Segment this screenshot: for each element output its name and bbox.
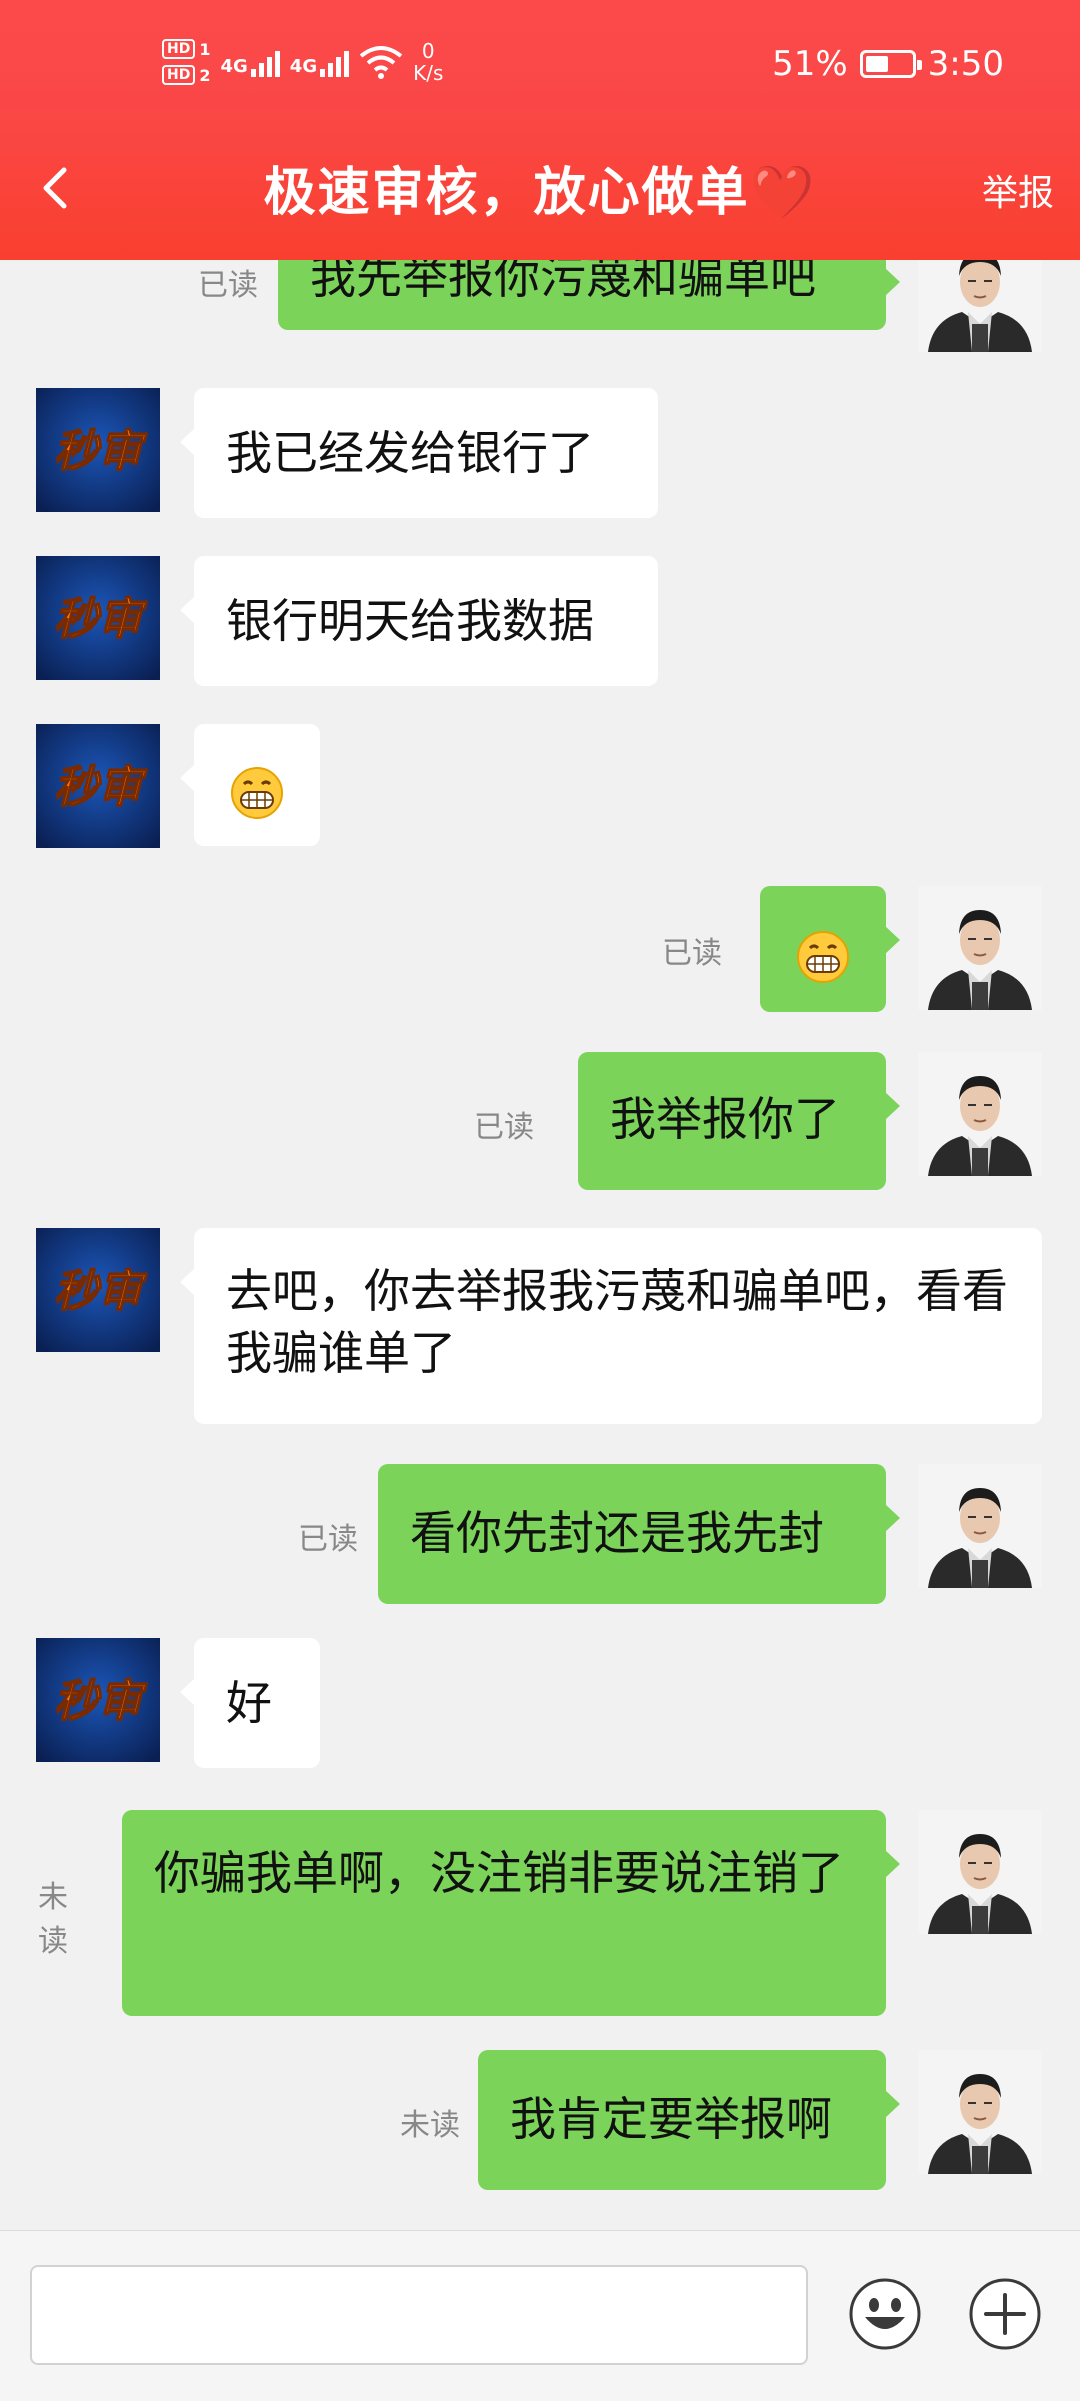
message-row: 秒审 我已经发给银行了 <box>0 388 1080 528</box>
signal-bars-icon <box>320 47 350 77</box>
read-status: 未读 <box>38 1880 68 1959</box>
read-status: 已读 <box>662 936 722 971</box>
speed-unit: K/s <box>413 61 444 85</box>
read-status: 已读 <box>198 268 258 303</box>
wifi-icon <box>359 46 403 79</box>
battery-icon <box>859 50 922 78</box>
chat-area[interactable]: 已读 我先举报你污蔑和骗单吧 秒审 我已经发给银行了 秒审 银行明天给我数据 秒… <box>0 260 1080 2230</box>
received-bubble[interactable]: 好 <box>180 1638 320 1768</box>
sent-bubble[interactable]: 我肯定要举报啊 <box>478 2050 900 2190</box>
hd2-badge: HD <box>162 65 196 85</box>
input-bar <box>0 2230 1080 2401</box>
contact-avatar[interactable]: 秒审 <box>36 1638 160 1762</box>
read-status: 已读 <box>474 1110 534 1145</box>
status-bar-left: HD 1 HD 2 4G 4G 0 K/s <box>162 30 443 94</box>
signal-2: 4G <box>289 47 350 77</box>
svg-text:秒审: 秒审 <box>54 762 148 813</box>
report-button[interactable]: 举报 <box>982 164 1054 216</box>
title-bar: 极速审核，放心做单❤️ 举报 <box>0 110 1080 260</box>
message-row: 秒审 好 <box>0 1638 1080 1768</box>
svg-text:秒审: 秒审 <box>54 1676 148 1727</box>
grin-emoji-icon <box>231 766 283 819</box>
net1-label: 4G <box>220 56 248 77</box>
speed-value: 0 <box>421 39 435 63</box>
svg-text:秒审: 秒审 <box>54 1266 148 1317</box>
self-avatar[interactable] <box>918 260 1042 352</box>
message-row: 秒审 银行明天给我数据 <box>0 556 1080 696</box>
sent-bubble[interactable]: 你骗我单啊，没注销非要说注销了 <box>122 1810 900 2016</box>
hd1-badge: HD <box>162 39 196 59</box>
received-bubble[interactable]: 去吧，你去举报我污蔑和骗单吧，看看我骗谁单了 <box>180 1228 1042 1424</box>
smiley-icon[interactable] <box>848 2277 922 2351</box>
message-row: 已读 我举报你了 <box>0 1052 1080 1192</box>
svg-text:秒审: 秒审 <box>54 594 148 645</box>
contact-avatar[interactable]: 秒审 <box>36 1228 160 1352</box>
signal-1: 4G <box>220 47 280 77</box>
message-row: 未读 你骗我单啊，没注销非要说注销了 <box>0 1810 1080 2020</box>
signal-bars-icon <box>250 47 280 77</box>
status-bar-right: 51% 3:50 <box>772 44 1004 84</box>
contact-avatar[interactable]: 秒审 <box>36 556 160 680</box>
received-bubble[interactable]: 银行明天给我数据 <box>180 556 658 686</box>
read-status: 未读 <box>400 2108 460 2143</box>
message-row: 已读 <box>0 886 1080 1016</box>
plus-icon[interactable] <box>968 2277 1042 2351</box>
sent-emoji-bubble[interactable] <box>760 886 900 1012</box>
message-row: 秒审 <box>0 724 1080 854</box>
status-bar: HD 1 HD 2 4G 4G 0 K/s 51% 3:50 <box>0 0 1080 110</box>
hd1-number: 1 <box>199 39 211 59</box>
hd-indicators: HD 1 HD 2 <box>162 39 210 85</box>
received-emoji-bubble[interactable] <box>180 724 320 846</box>
grin-emoji-icon <box>797 930 849 983</box>
self-avatar[interactable] <box>918 1810 1042 1934</box>
sent-bubble[interactable]: 看你先封还是我先封 <box>378 1464 900 1604</box>
battery-percent: 51% <box>772 44 848 84</box>
hd2-number: 2 <box>199 65 211 85</box>
message-row: 秒审 去吧，你去举报我污蔑和骗单吧，看看我骗谁单了 <box>0 1228 1080 1428</box>
svg-text:秒审: 秒审 <box>54 426 148 477</box>
message-input[interactable] <box>30 2265 808 2365</box>
network-speed: 0 K/s <box>413 40 443 84</box>
message-row: 已读 看你先封还是我先封 <box>0 1464 1080 1604</box>
received-bubble[interactable]: 我已经发给银行了 <box>180 388 658 518</box>
sent-bubble[interactable]: 我举报你了 <box>578 1052 900 1190</box>
message-row: 未读 我肯定要举报啊 <box>0 2050 1080 2190</box>
sent-bubble[interactable]: 我先举报你污蔑和骗单吧 <box>278 260 900 330</box>
net2-label: 4G <box>289 56 318 77</box>
self-avatar[interactable] <box>918 2050 1042 2174</box>
page-title: 极速审核，放心做单❤️ <box>263 163 817 223</box>
self-avatar[interactable] <box>918 1464 1042 1588</box>
clock: 3:50 <box>927 44 1004 84</box>
self-avatar[interactable] <box>918 1052 1042 1176</box>
self-avatar[interactable] <box>918 886 1042 1010</box>
contact-avatar[interactable]: 秒审 <box>36 388 160 512</box>
message-row: 已读 我先举报你污蔑和骗单吧 <box>0 260 1080 352</box>
contact-avatar[interactable]: 秒审 <box>36 724 160 848</box>
read-status: 已读 <box>298 1522 358 1557</box>
